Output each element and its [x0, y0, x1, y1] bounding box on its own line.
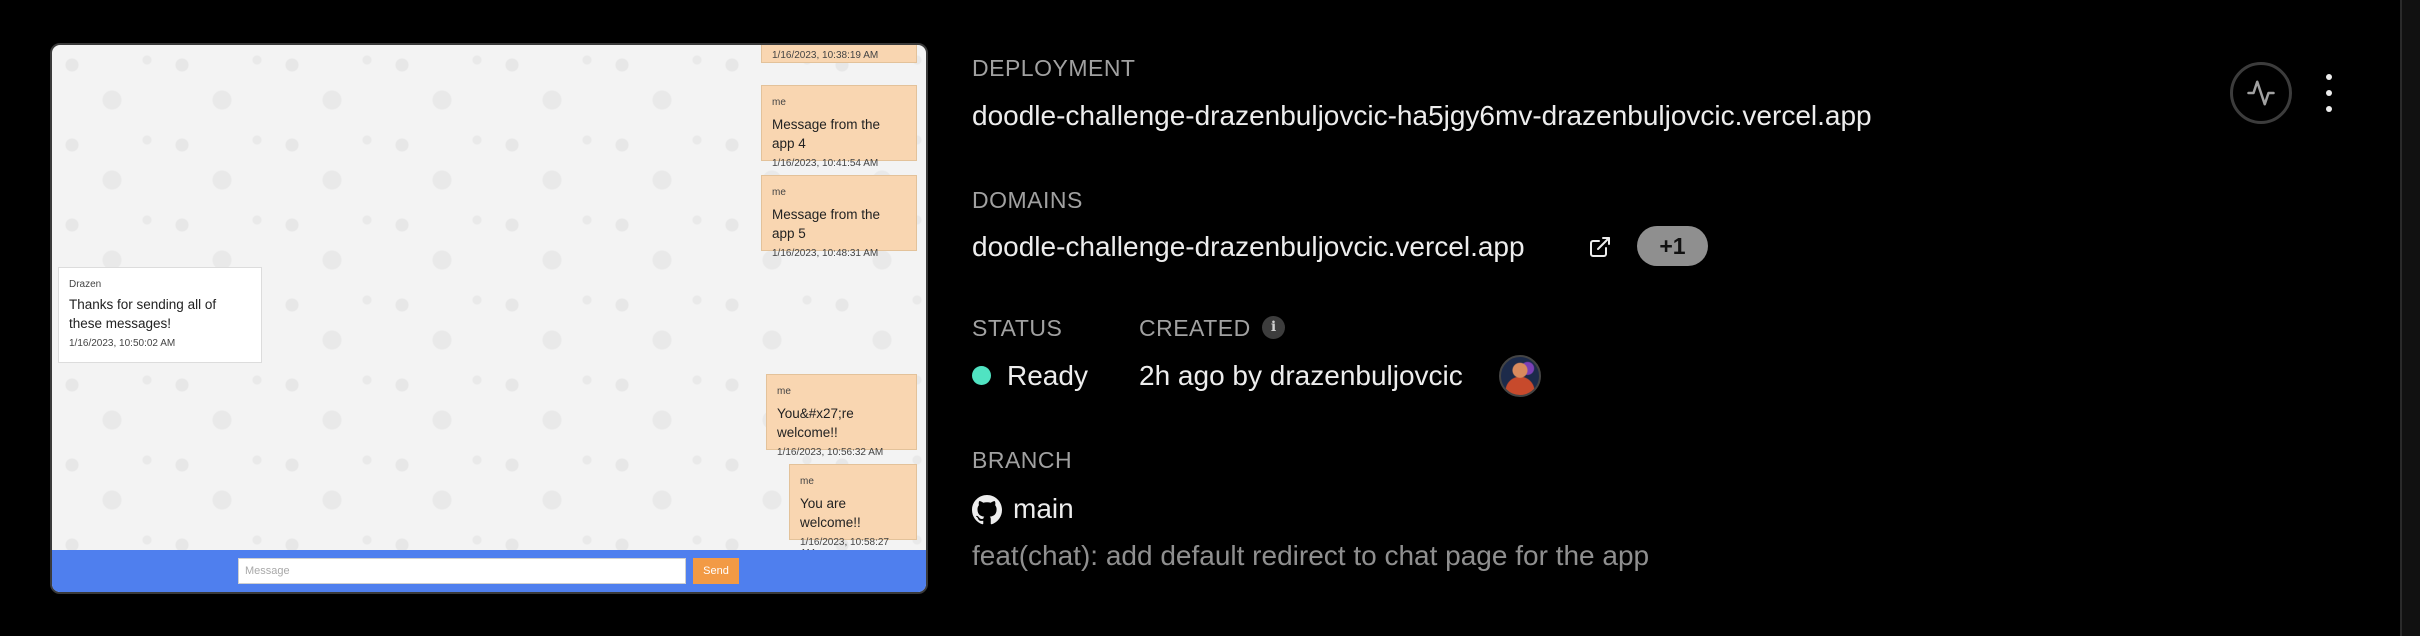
message-composer: Send	[52, 550, 926, 592]
message-text: Message from the app 4	[772, 117, 881, 151]
commit-message-link[interactable]: feat(chat): add default redirect to chat…	[972, 540, 1649, 572]
send-button[interactable]: Send	[693, 558, 739, 584]
more-options-button[interactable]	[2318, 72, 2340, 114]
message-time: 1/16/2023, 10:56:32 AM	[777, 447, 884, 458]
message-input[interactable]	[238, 558, 686, 584]
message-text: Message from the app 5	[772, 207, 881, 241]
activity-icon	[2247, 80, 2275, 106]
message-text: You&#x27;re welcome!!	[777, 406, 854, 440]
message-author: me	[800, 476, 814, 487]
avatar[interactable]	[1499, 355, 1541, 397]
message-time: 1/16/2023, 10:41:54 AM	[772, 158, 879, 169]
deployment-url-link[interactable]: doodle-challenge-drazenbuljovcic-ha5jgy6…	[972, 100, 1872, 132]
additional-domains-badge[interactable]: +1	[1637, 226, 1708, 266]
branch-link[interactable]: main	[1013, 493, 1074, 525]
created-value: 2h ago by drazenbuljovcic	[1139, 360, 1463, 391]
message-author: Drazen	[69, 279, 102, 290]
status-indicator	[972, 366, 991, 385]
message-time: 1/16/2023, 10:48:31 AM	[772, 248, 879, 259]
message-time: 1/16/2023, 10:50:02 AM	[69, 338, 176, 349]
message-time: 1/16/2023, 10:38:19 AM	[772, 50, 879, 61]
message-bubble: me You are welcome!! 1/16/2023, 10:58:27…	[789, 464, 917, 559]
message-bubble: 1/16/2023, 10:38:19 AM	[761, 45, 917, 63]
deployment-label: DEPLOYMENT	[972, 55, 1136, 81]
message-bubble: me Message from the app 4 1/16/2023, 10:…	[761, 85, 917, 169]
message-author: me	[772, 187, 786, 198]
created-label: CREATED	[1139, 315, 1251, 341]
status-value: Ready	[1007, 360, 1088, 391]
deployment-preview[interactable]: 1/16/2023, 10:38:19 AM me Message from t…	[50, 43, 928, 594]
branch-label: BRANCH	[972, 447, 1073, 473]
info-icon[interactable]: i	[1262, 316, 1285, 339]
message-text: You are welcome!!	[800, 496, 861, 530]
message-author: me	[777, 386, 791, 397]
scrollbar-edge	[2400, 0, 2420, 636]
github-icon	[972, 495, 1002, 525]
message-text: Thanks for sending all of these messages…	[69, 297, 217, 331]
message-bubble: me Message from the app 5 1/16/2023, 10:…	[761, 175, 917, 259]
message-author: me	[772, 97, 786, 108]
external-link-icon[interactable]	[1588, 235, 1612, 259]
activity-button[interactable]	[2230, 62, 2292, 124]
domain-link[interactable]: doodle-challenge-drazenbuljovcic.vercel.…	[972, 231, 1525, 263]
message-bubble: Drazen Thanks for sending all of these m…	[58, 267, 262, 363]
message-bubble: me You&#x27;re welcome!! 1/16/2023, 10:5…	[766, 374, 917, 458]
more-vertical-icon	[2326, 74, 2332, 80]
status-label: STATUS	[972, 315, 1063, 341]
domains-label: DOMAINS	[972, 187, 1083, 213]
